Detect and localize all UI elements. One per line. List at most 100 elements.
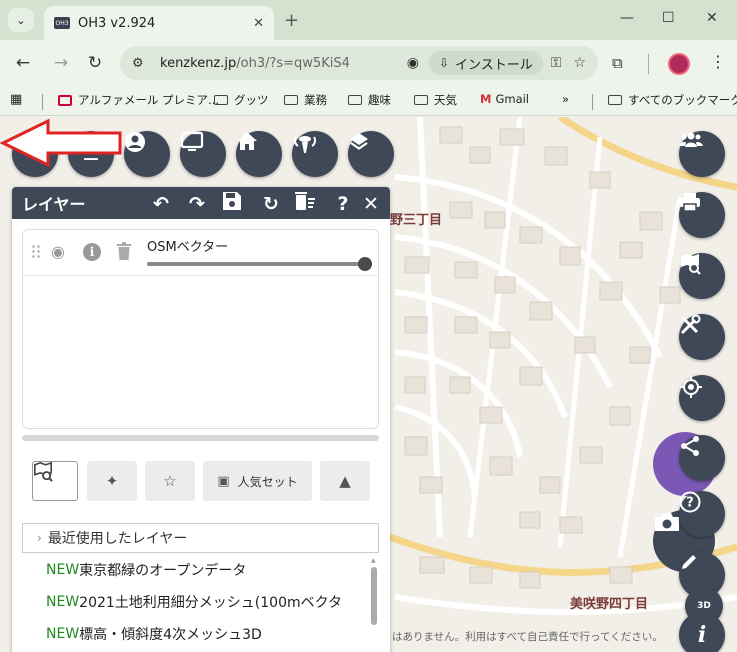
window-close-icon[interactable]: ✕ — [706, 10, 718, 26]
panel-close-icon[interactable]: ✕ — [358, 191, 384, 217]
save-icon[interactable] — [222, 191, 248, 217]
opacity-slider-thumb[interactable] — [358, 257, 372, 271]
help-question-icon[interactable]: ? — [330, 191, 356, 217]
bookmark-divider — [592, 94, 593, 110]
gmail-icon: M — [480, 92, 492, 106]
terrain-button[interactable]: ▲ — [320, 461, 370, 501]
layer-panel-header: レイヤー ↶ ↷ ↻ ? ✕ — [12, 187, 390, 219]
minimize-icon[interactable]: — — [620, 10, 634, 26]
star-icon: ☆ — [163, 472, 177, 490]
bookmark-folder-work[interactable]: 業務 — [284, 92, 327, 108]
back-button[interactable]: ← — [10, 50, 36, 76]
address-bar[interactable]: ⚙ kenzkenz.jp/oh3/?s=qw5KiS4 ◉ ⇩ インストール ⚿… — [120, 46, 598, 80]
undo-icon[interactable]: ↶ — [148, 191, 174, 217]
layer-info-icon[interactable]: i — [83, 243, 101, 261]
browser-menu-icon[interactable]: ⋮ — [710, 52, 726, 71]
pencil-icon — [682, 555, 696, 569]
tools-icon — [680, 314, 701, 335]
layer-name: OSMベクター — [147, 240, 229, 255]
bookmark-folder-hobby[interactable]: 趣味 — [348, 92, 391, 108]
vertical-scrollbar[interactable]: ▲ — [370, 557, 378, 652]
popular-set-button[interactable]: ▣ 人気セット — [203, 461, 312, 501]
location-pin-icon[interactable]: ◉ — [407, 55, 419, 71]
camera-icon — [655, 513, 679, 531]
new-tab-button[interactable]: + — [284, 10, 299, 31]
sparkle-icon: ✦ — [105, 472, 119, 490]
layers-icon — [350, 133, 368, 150]
list-item[interactable]: NEW 東京都緑のオープンデータ — [22, 555, 379, 585]
map-place-label-bottom: 美咲野四丁目 — [570, 597, 649, 612]
browser-tab[interactable]: OH3 OH3 v2.924 ✕ — [44, 6, 274, 40]
bookmarks-bar: ▦ アルファメール プレミア... グッツ 業務 趣味 天気 M Gmail » … — [0, 86, 737, 116]
opacity-slider[interactable] — [147, 257, 372, 271]
bookmark-folder-goods[interactable]: グッツ — [214, 92, 269, 108]
user-circle-icon — [125, 132, 145, 152]
layer-search-button[interactable] — [32, 461, 78, 501]
favorites-button[interactable]: ☆ — [145, 461, 195, 501]
bookmark-star-icon[interactable]: ☆ — [573, 55, 586, 71]
users-button[interactable] — [679, 131, 725, 177]
maximize-icon[interactable]: ☐ — [662, 10, 675, 26]
share-button[interactable] — [679, 435, 725, 481]
tab-favicon: OH3 — [54, 17, 70, 29]
home-button[interactable] — [236, 131, 282, 177]
apps-grid-icon[interactable]: ▦ — [10, 92, 22, 107]
password-key-icon[interactable]: ⚿ — [551, 55, 562, 71]
collection-icon: ▣ — [217, 473, 230, 489]
scrollbar-thumb[interactable] — [371, 567, 377, 625]
chevron-right-icon: › — [37, 531, 42, 545]
layer-catalog-list: NEW 東京都緑のオープンデータ NEW 2021土地利用細分メッシュ(100mベク… — [22, 553, 379, 652]
home-icon — [237, 132, 257, 150]
bookmarks-overflow-button[interactable]: » — [562, 92, 569, 106]
info-button[interactable]: i — [679, 612, 725, 652]
reload-button[interactable]: ↻ — [82, 50, 108, 76]
redo-icon[interactable]: ↷ — [184, 191, 210, 217]
alfa-icon — [58, 94, 72, 106]
help-button[interactable]: ? — [679, 491, 725, 537]
account-button[interactable] — [124, 131, 170, 177]
help-icon: ? — [679, 491, 701, 513]
site-info-icon[interactable]: ⚙ — [132, 56, 154, 71]
reset-icon[interactable]: ↻ — [258, 191, 284, 217]
new-layers-button[interactable]: ✦ — [87, 461, 137, 501]
layer-panel-title: レイヤー — [22, 195, 86, 214]
tab-title: OH3 v2.924 — [78, 15, 156, 31]
drag-handle-icon[interactable] — [31, 244, 41, 258]
tools-button[interactable] — [679, 314, 725, 360]
folder-icon — [284, 95, 298, 105]
browser-toolbar: ← → ↻ ⚙ kenzkenz.jp/oh3/?s=qw5KiS4 ◉ ⇩ イン… — [0, 40, 737, 86]
clear-layers-icon[interactable] — [294, 191, 320, 217]
print-button[interactable] — [679, 192, 725, 238]
tab-search-button[interactable]: ⌄ — [8, 8, 34, 32]
map-canvas[interactable]: 野三丁目 美咲野四丁目 はありません。利用はすべて自己責任で行ってください。 ↻… — [0, 117, 737, 652]
tab-close-icon[interactable]: ✕ — [253, 16, 264, 31]
map-place-label-top: 野三丁目 — [390, 213, 443, 228]
extensions-icon[interactable]: ⧉ — [612, 54, 623, 72]
scroll-up-icon[interactable]: ▲ — [371, 557, 376, 564]
svg-text:?: ? — [686, 496, 694, 511]
map-disclaimer: はありません。利用はすべて自己責任で行ってください。 — [392, 631, 663, 643]
map-search-button[interactable] — [679, 253, 725, 299]
layer-row: ◉ i OSMベクター — [23, 230, 378, 276]
layers-button[interactable] — [348, 131, 394, 177]
bookmark-gmail[interactable]: M Gmail — [480, 92, 529, 106]
locate-button[interactable] — [679, 375, 725, 421]
display-button[interactable] — [180, 131, 226, 177]
recent-layers-toggle[interactable]: › 最近使用したレイヤー — [22, 523, 379, 553]
map-search-icon — [681, 254, 701, 275]
list-item[interactable]: NEW 標高・傾斜度4次メッシュ3D — [22, 619, 379, 649]
compass-button[interactable] — [292, 131, 338, 177]
bookmark-alfamail[interactable]: アルファメール プレミア... — [58, 92, 219, 108]
install-app-button[interactable]: ⇩ インストール — [428, 51, 543, 75]
active-layer-list: ◉ i OSMベクター — [22, 229, 379, 429]
profile-avatar[interactable] — [668, 53, 690, 75]
broadcast-icon — [293, 136, 317, 153]
horizontal-scrollbar[interactable] — [22, 435, 379, 441]
map-search-icon — [34, 462, 53, 482]
visibility-eye-icon[interactable]: ◉ — [51, 242, 65, 261]
bookmark-all-bookmarks[interactable]: すべてのブックマーク — [608, 92, 737, 108]
bookmark-folder-weather[interactable]: 天気 — [414, 92, 457, 108]
list-item[interactable]: NEW 2021土地利用細分メッシュ(100mベクタ — [22, 587, 379, 617]
forward-button[interactable]: → — [48, 50, 74, 76]
url-text[interactable]: kenzkenz.jp/oh3/?s=qw5KiS4 — [160, 56, 407, 71]
